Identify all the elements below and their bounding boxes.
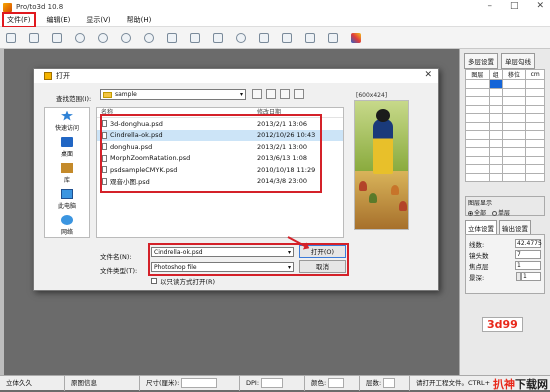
status-message: 请打开工程文件。CTRL+ <box>416 378 491 387</box>
close-icon[interactable]: ✕ <box>424 70 432 80</box>
highlight-file-list <box>100 114 322 193</box>
menu-view[interactable]: 显示(V) <box>83 14 113 26</box>
status-dpi: DPI: <box>240 375 305 391</box>
tools-icon[interactable] <box>328 32 338 43</box>
layer-grid[interactable]: 图层 组 移位 cm <box>465 69 545 182</box>
preview-size: [600x424] <box>356 92 388 99</box>
color-palette-icon[interactable] <box>351 32 361 43</box>
computer-icon <box>61 188 73 199</box>
checkbox-icon <box>151 278 157 284</box>
filetype-label: 文件类型(T): <box>100 267 138 275</box>
image-preview <box>354 100 409 230</box>
minimize-icon[interactable]: – <box>487 1 492 11</box>
status-layers: 层数: <box>360 375 410 391</box>
window-controls: – □ ✕ <box>487 1 544 11</box>
maximize-icon[interactable]: □ <box>510 1 519 11</box>
view-menu-button[interactable] <box>294 89 304 99</box>
dialog-title: 打开 <box>56 72 70 80</box>
param-lens: 镜头数 7 <box>469 249 541 260</box>
places-bar: 快速访问 桌面 库 此电脑 网络 <box>44 107 90 238</box>
place-quick-access[interactable]: 快速访问 <box>45 108 89 134</box>
zoom-out-icon[interactable] <box>98 32 108 43</box>
right-panel: 多层设置 单层勾线 图层 组 移位 cm 图层显示 全部 单层 立体设置 输出设… <box>459 49 550 375</box>
dialog-titlebar: 打开 ✕ <box>34 69 438 83</box>
grid-header: cm <box>525 69 545 80</box>
tab-single-layer[interactable]: 单层勾线 <box>501 53 535 69</box>
library-icon <box>61 162 73 173</box>
lookin-select[interactable]: sample ▾ <box>100 89 246 100</box>
menu-edit[interactable]: 编辑(E) <box>44 14 74 26</box>
figure-icon[interactable] <box>305 32 315 43</box>
left-strip <box>0 49 4 375</box>
status-size: 尺寸(厘米): <box>140 375 240 391</box>
param-lines: 线数: 42.4775 <box>469 239 542 249</box>
app-titlebar: Pro/to3d 10.8 – □ ✕ <box>0 0 550 14</box>
new-file-icon[interactable] <box>6 32 16 43</box>
lines-input[interactable]: 42.4775 <box>515 239 542 248</box>
zoom-fit-icon[interactable] <box>121 32 131 43</box>
toolbar <box>0 27 550 49</box>
place-library[interactable]: 库 <box>45 160 89 186</box>
place-network[interactable]: 网络 <box>45 212 89 238</box>
open-file-dialog: 打开 ✕ 查找范围(I): sample ▾ [600x424] 快速访问 桌面… <box>33 68 439 291</box>
preview-figure <box>373 119 393 174</box>
focus-input[interactable]: 1 <box>515 261 541 270</box>
param-focus: 焦点层 1 <box>469 260 541 271</box>
status-color: 颜色: <box>305 375 360 391</box>
status-image-info: 原图信息 <box>65 375 140 391</box>
open-folder-icon[interactable] <box>29 32 39 43</box>
grid-cell-selected[interactable] <box>488 79 503 89</box>
chevron-down-icon: ▾ <box>239 91 243 98</box>
status-app: 立体久久 <box>0 375 65 391</box>
network-icon <box>61 214 73 225</box>
zoom-in-icon[interactable] <box>75 32 85 43</box>
menu-help[interactable]: 帮助(H) <box>124 14 155 26</box>
param-depth: 景深: 1 <box>469 271 541 282</box>
back-button[interactable] <box>252 89 262 99</box>
status-bar: 立体久久 原图信息 尺寸(厘米): DPI: 颜色: 层数: 请打开工程文件。C… <box>0 375 550 391</box>
grid-header: 组 <box>488 69 503 80</box>
app-title: Pro/to3d 10.8 <box>16 3 64 11</box>
radio-single[interactable]: 单层 <box>492 208 510 217</box>
depth-input[interactable]: 1 <box>521 272 541 281</box>
up-folder-button[interactable] <box>266 89 276 99</box>
readonly-checkbox[interactable]: 以只读方式打开(R) <box>151 276 215 286</box>
save-icon[interactable] <box>52 32 62 43</box>
print-icon[interactable] <box>282 32 292 43</box>
folder-icon <box>44 72 52 80</box>
place-this-pc[interactable]: 此电脑 <box>45 186 89 212</box>
lookin-label: 查找范围(I): <box>56 95 92 103</box>
zoom-actual-icon[interactable] <box>144 32 154 43</box>
brand-logo: 3d99 <box>482 317 523 332</box>
tab-multi-layer[interactable]: 多层设置 <box>464 53 498 69</box>
params-panel: 线数: 42.4775 镜头数 7 焦点层 1 景深: 1 <box>465 234 545 294</box>
grid-header: 图层 <box>465 69 490 80</box>
menu-file[interactable]: 文件(F) <box>2 12 36 28</box>
place-desktop[interactable]: 桌面 <box>45 134 89 160</box>
radio-all[interactable]: 全部 <box>468 208 486 217</box>
grid-header: 移位 <box>501 69 527 80</box>
app-logo-icon <box>3 2 12 12</box>
star-icon <box>61 110 73 121</box>
lens-input[interactable]: 7 <box>515 250 541 259</box>
new-folder-button[interactable] <box>280 89 290 99</box>
close-icon[interactable]: ✕ <box>536 1 544 11</box>
folder-icon <box>103 92 112 98</box>
menu-bar: 文件(F) 编辑(E) 显示(V) 帮助(H) <box>0 12 550 28</box>
document-icon[interactable] <box>167 32 177 43</box>
layer-display-group: 图层显示 全部 单层 <box>465 196 545 217</box>
filename-label: 文件名(N): <box>100 253 132 261</box>
desktop-icon <box>61 136 73 147</box>
edit-icon[interactable] <box>190 32 200 43</box>
export-icon[interactable] <box>259 32 269 43</box>
layer-display-title: 图层显示 <box>468 200 493 207</box>
image-icon[interactable] <box>213 32 223 43</box>
highlight-buttons <box>148 243 349 276</box>
rotate-icon[interactable] <box>236 32 246 43</box>
